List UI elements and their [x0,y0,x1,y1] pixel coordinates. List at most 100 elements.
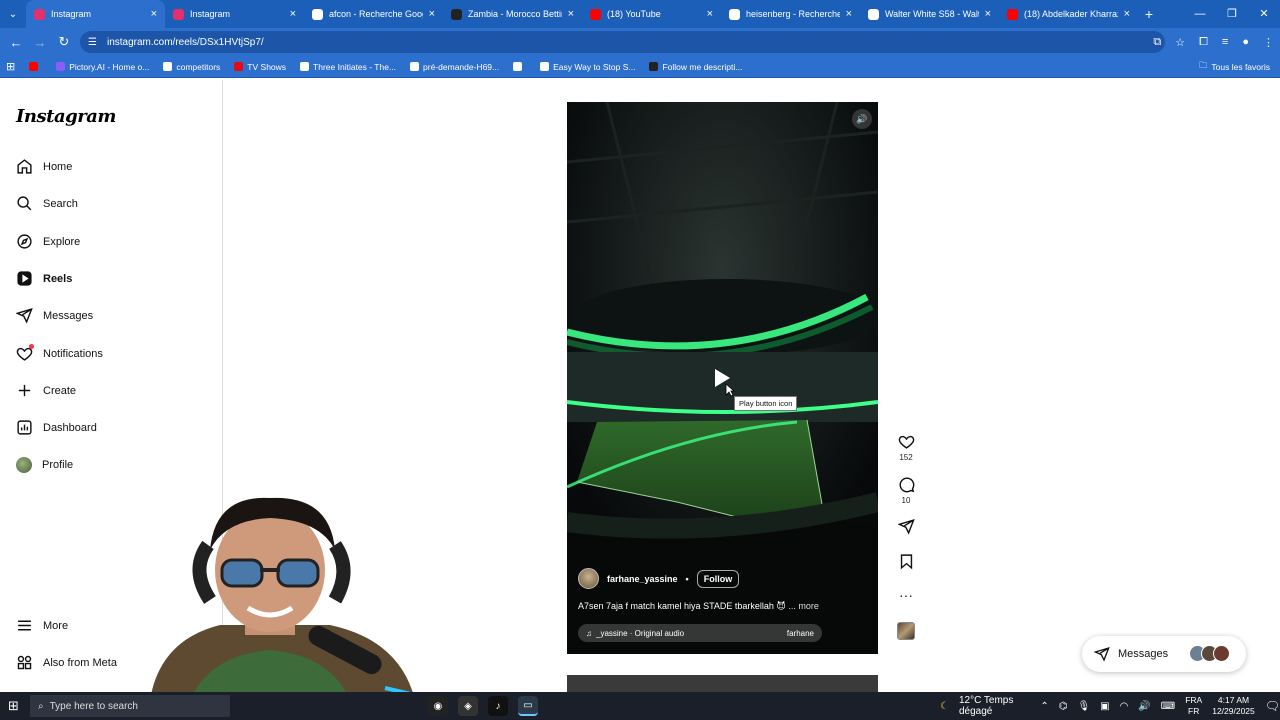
caption-more-link[interactable]: ... more [788,601,819,611]
app-icon[interactable]: ▭ [518,696,538,716]
bookmark-item[interactable] [513,62,526,72]
browser-tab[interactable]: Zambia - Morocco Betting × [443,0,582,28]
sidebar-item-notifications[interactable]: Notifications [16,344,103,362]
all-bookmarks[interactable]: 🗀 Tous les favoris [1199,56,1270,78]
windows-start-icon[interactable]: ⊞ [8,698,19,714]
weather-text[interactable]: 12°C Temps dégagé [959,695,1022,717]
tab-close-icon[interactable]: × [151,8,157,20]
apps-grid-icon[interactable]: ⊞ [6,60,15,73]
bookmark-item[interactable]: Easy Way to Stop S... [540,62,635,72]
owner-avatar[interactable] [578,568,599,589]
extensions-icon[interactable]: ⧠ [1199,36,1208,49]
network-icon[interactable]: ⌬ [1059,701,1068,712]
browser-tab[interactable]: heisenberg - Recherche G × [721,0,860,28]
sidebar-item-explore[interactable]: Explore [16,233,80,250]
tab-close-icon[interactable]: × [707,8,713,20]
microphone-icon[interactable]: 🎙 [1077,701,1090,712]
comment-action[interactable]: 10 [896,476,916,505]
camera-icon[interactable]: ▣ [1100,701,1109,712]
volume-icon[interactable]: 🔊 [852,109,872,129]
play-tooltip: Play button icon [734,396,798,411]
sidebar-item-reels[interactable]: Reels [16,270,72,287]
tab-close-icon[interactable]: × [290,8,296,20]
taskbar-search[interactable]: ⌕ Type here to search [30,695,230,717]
reload-button[interactable]: ↻ [52,34,76,50]
reading-list-icon[interactable]: ≡ [1222,36,1228,48]
bookmark-item[interactable]: competitors [163,62,220,72]
tab-close-icon[interactable]: × [429,8,435,20]
bookmark-icon [900,554,912,570]
bookmark-item[interactable]: Pictory.AI - Home o... [56,62,149,72]
browser-tab[interactable]: (18) YouTube × [582,0,721,28]
sidebar-item-more[interactable]: More [16,617,68,634]
message-avatars [1189,645,1230,662]
restore-button[interactable]: ❐ [1216,0,1248,28]
bookmark-item[interactable]: pré-demande-H69... [410,62,499,72]
share-icon [897,519,915,535]
browser-tab[interactable]: (18) Abdelkader Kharraz × [999,0,1138,28]
owner-username[interactable]: farhane_yassine [607,574,678,584]
bookmark-item[interactable]: Follow me descripti... [649,62,742,72]
like-action[interactable]: 152 [896,433,916,462]
site-info-icon[interactable]: ☰ [88,37,97,48]
keyboard-icon[interactable]: ⌨ [1161,701,1175,712]
tray-chevron-icon[interactable]: ⌃ [1040,701,1048,712]
next-reel-preview[interactable] [567,675,878,692]
profile-avatar-icon[interactable]: ● [1242,36,1249,48]
close-window-button[interactable]: ✕ [1248,0,1280,28]
minimize-button[interactable]: — [1184,0,1216,28]
sidebar-item-home[interactable]: Home [16,158,72,175]
sidebar-item-messages[interactable]: Messages [16,307,93,324]
tab-title: Instagram [51,9,92,19]
wifi-icon[interactable]: ◠ [1120,701,1129,712]
save-action[interactable] [896,553,916,570]
clock[interactable]: 4:17 AM 12/29/2025 [1212,695,1255,717]
follow-button[interactable]: Follow [696,569,740,588]
browser-tab[interactable]: Instagram × [165,0,304,28]
bookmark-item[interactable]: TV Shows [234,62,286,72]
share-action[interactable] [896,518,916,535]
audio-info[interactable]: ♫ _yassine · Original audio farhane [578,624,822,642]
tab-close-icon[interactable]: × [1124,8,1130,20]
tab-search-icon[interactable]: ⌄ [0,0,26,28]
reel-caption: A7sen 7aja f match kamel hiya STADE tbar… [578,601,819,611]
notification-center-icon[interactable]: 🗨 [1265,699,1280,713]
tiktok-app-icon[interactable]: ♪ [488,696,508,716]
instagram-logo[interactable]: Instagram [16,106,116,127]
more-options-icon[interactable]: ··· [896,588,916,602]
original-audio-thumbnail[interactable] [897,622,915,640]
bookmark-favicon-icon [29,62,39,71]
messages-pill[interactable]: Messages [1082,636,1246,672]
back-button[interactable]: ← [4,35,28,50]
forward-button[interactable]: → [28,35,52,50]
sidebar-item-label: Messages [43,309,94,322]
sidebar-item-also-from-meta[interactable]: Also from Meta [16,654,117,671]
bookmark-item[interactable] [29,62,42,72]
browser-menu-icon[interactable]: ⋮ [1263,36,1274,49]
tab-close-icon[interactable]: × [985,8,991,20]
sidebar-item-create[interactable]: Create [16,382,76,399]
reel-video[interactable]: 🔊 Play button icon farhane_yassine • Fol… [567,102,878,654]
sidebar-item-dashboard[interactable]: Dashboard [16,419,97,436]
volume-icon[interactable]: 🔊 [1138,701,1150,712]
bookmark-favicon-icon [234,62,244,71]
browser-tab[interactable]: Walter White S58 - Walte × [860,0,999,28]
obs-app-icon[interactable]: ◉ [428,696,448,716]
new-tab-button[interactable]: + [1138,6,1160,22]
tab-close-icon[interactable]: × [568,8,574,20]
davinci-app-icon[interactable]: ◈ [458,696,478,716]
browser-tab[interactable]: Instagram × [26,0,165,28]
sidebar-item-profile[interactable]: Profile [16,457,73,473]
messenger-icon [16,308,33,324]
tab-close-icon[interactable]: × [846,8,852,20]
tab-favicon-icon [312,8,323,20]
language-indicator[interactable]: FRA FR [1185,695,1202,717]
bookmark-item[interactable]: Three Initiates - The... [300,62,396,72]
address-bar[interactable]: ☰ instagram.com/reels/DSx1HVtjSp7/ [80,31,1165,53]
install-app-icon[interactable]: ⧉ [1153,36,1161,49]
sidebar-item-search[interactable]: Search [16,195,78,212]
browser-tab[interactable]: afcon - Recherche Google × [304,0,443,28]
meta-apps-icon [17,655,32,670]
bookmark-star-icon[interactable]: ☆ [1175,36,1185,49]
tab-title: heisenberg - Recherche G [746,9,840,19]
